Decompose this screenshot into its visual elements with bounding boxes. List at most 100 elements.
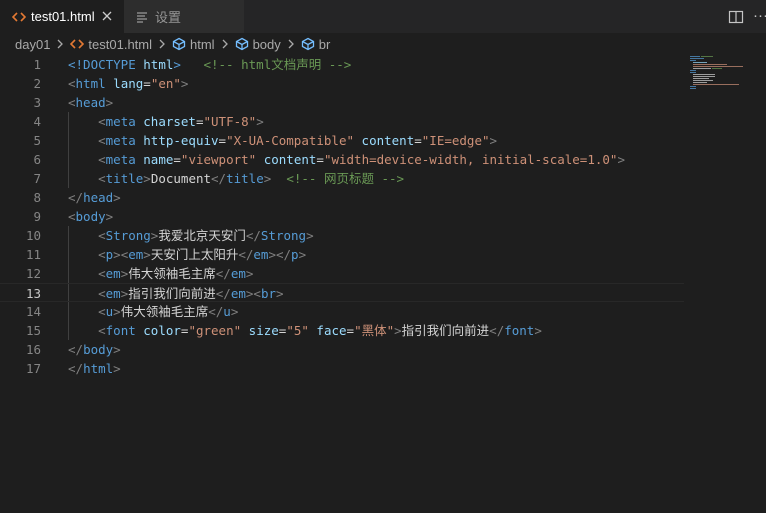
code-token: < (98, 266, 106, 281)
code-editor[interactable]: 1 <!DOCTYPE html> <!-- html文档声明 --> 2 <html… (0, 55, 766, 513)
breadcrumb-file[interactable]: test01.html (70, 37, 152, 52)
code-line[interactable]: 16 </body> (0, 340, 684, 359)
close-icon[interactable] (100, 9, 114, 23)
code-token: < (98, 171, 106, 186)
code-line[interactable]: 7 <title>Document</title> <!-- 网页标题 --> (0, 169, 684, 188)
code-token: title (105, 171, 144, 186)
code-token: > (105, 209, 114, 224)
code-text: <p><em>天安门上太阳升</em></p> (68, 245, 306, 264)
code-token: name (143, 152, 174, 167)
code-token: < (98, 304, 106, 319)
code-token: </ (68, 342, 84, 357)
code-token: < (98, 247, 106, 262)
more-actions-icon[interactable]: ··· (753, 8, 766, 23)
code-token: u (223, 304, 231, 319)
vertical-scrollbar[interactable] (752, 55, 766, 513)
breadcrumb-folder[interactable]: day01 (15, 37, 50, 52)
code-text: <!DOCTYPE html> <!-- html文档声明 --> (68, 55, 351, 74)
code-text: <meta charset="UTF-8"> (68, 112, 264, 131)
code-token: <!-- 网页标题 --> (286, 171, 405, 186)
code-token: = (195, 114, 204, 129)
code-token: > (245, 266, 254, 281)
code-line[interactable]: 17 </html> (0, 359, 684, 378)
code-line[interactable]: 12 <em>伟大领袖毛主席</em> (0, 264, 684, 283)
code-token: content (263, 152, 317, 167)
code-token: > (113, 342, 121, 357)
line-number: 16 (25, 342, 41, 357)
chevron-right-icon (155, 37, 169, 51)
code-token: title (226, 171, 264, 186)
code-token: content (361, 133, 415, 148)
code-token: lang (113, 76, 144, 91)
code-line[interactable]: 6 <meta name="viewport" content="width=d… (0, 150, 684, 169)
code-line[interactable]: 2 <html lang="en"> (0, 74, 684, 93)
code-text: <html lang="en"> (68, 74, 188, 93)
code-line[interactable]: 9 <body> (0, 207, 684, 226)
tab-settings[interactable]: 设置 (124, 0, 244, 33)
line-number: 11 (25, 247, 41, 262)
code-token: > (256, 114, 264, 129)
line-number: 14 (25, 304, 41, 319)
line-number: 3 (33, 95, 41, 110)
code-token: > (143, 171, 151, 186)
code-line[interactable]: 11 <p><em>天安门上太阳升</em></p> (0, 245, 684, 264)
code-line[interactable]: 3 <head> (0, 93, 684, 112)
code-token: em (105, 266, 121, 281)
code-text: <meta http-equiv="X-UA-Compatible" conte… (68, 131, 497, 150)
symbol-element-icon (172, 37, 188, 51)
code-token: head (83, 190, 114, 205)
code-line[interactable]: 15 <font color="green" size="5" face="黑体… (0, 321, 684, 340)
breadcrumb-symbol-label: br (318, 36, 331, 52)
code-line[interactable]: 13 <em>指引我们向前进</em><br> (0, 283, 684, 302)
code-token: = (346, 323, 355, 338)
split-editor-icon[interactable] (728, 9, 744, 24)
chevron-right-icon (284, 37, 298, 51)
breadcrumb-symbol-html[interactable]: html (172, 37, 215, 52)
code-token: html (143, 57, 174, 72)
code-token: = (316, 152, 324, 167)
code-line[interactable]: 8 </head> (0, 188, 684, 207)
code-text: <head> (68, 93, 113, 112)
code-token: </ (489, 323, 505, 338)
code-token: </ (238, 247, 254, 262)
code-line[interactable]: 4 <meta charset="UTF-8"> (0, 112, 684, 131)
code-token: > (306, 228, 314, 243)
breadcrumb-symbol-body[interactable]: body (235, 37, 281, 52)
minimap[interactable] (688, 55, 748, 95)
code-token: < (98, 323, 106, 338)
code-token: > (180, 76, 189, 91)
tab-test01-html[interactable]: test01.html (0, 0, 124, 33)
code-token: Strong (105, 228, 151, 243)
code-token: > (113, 190, 121, 205)
code-text: <body> (68, 207, 113, 226)
code-line[interactable]: 5 <meta http-equiv="X-UA-Compatible" con… (0, 131, 684, 150)
breadcrumb-file-label: test01.html (88, 36, 153, 52)
code-line[interactable]: 14 <u>伟大领袖毛主席</u> (0, 302, 684, 321)
code-text: <meta name="viewport" content="width=dev… (68, 150, 625, 169)
code-token: "X-UA-Compatible" (226, 133, 355, 148)
code-line[interactable]: 1 <!DOCTYPE html> <!-- html文档声明 --> (0, 55, 684, 74)
code-token: Document (150, 171, 212, 186)
line-number: 10 (25, 228, 41, 243)
code-token: = (143, 76, 151, 91)
code-token: p (291, 247, 299, 262)
code-token: > (617, 152, 625, 167)
code-token: size (248, 323, 279, 338)
line-number: 6 (33, 152, 41, 167)
code-text: <Strong>我爱北京天安门</Strong> (68, 226, 314, 245)
code-token: > (394, 323, 402, 338)
code-token: </ (215, 286, 231, 301)
code-token: "en" (150, 76, 181, 91)
code-token: </ (245, 228, 261, 243)
code-line[interactable]: 10 <Strong>我爱北京天安门</Strong> (0, 226, 684, 245)
breadcrumb-symbol-br[interactable]: br (301, 36, 331, 52)
code-token: em (230, 286, 246, 301)
code-token: "viewport" (180, 152, 257, 167)
